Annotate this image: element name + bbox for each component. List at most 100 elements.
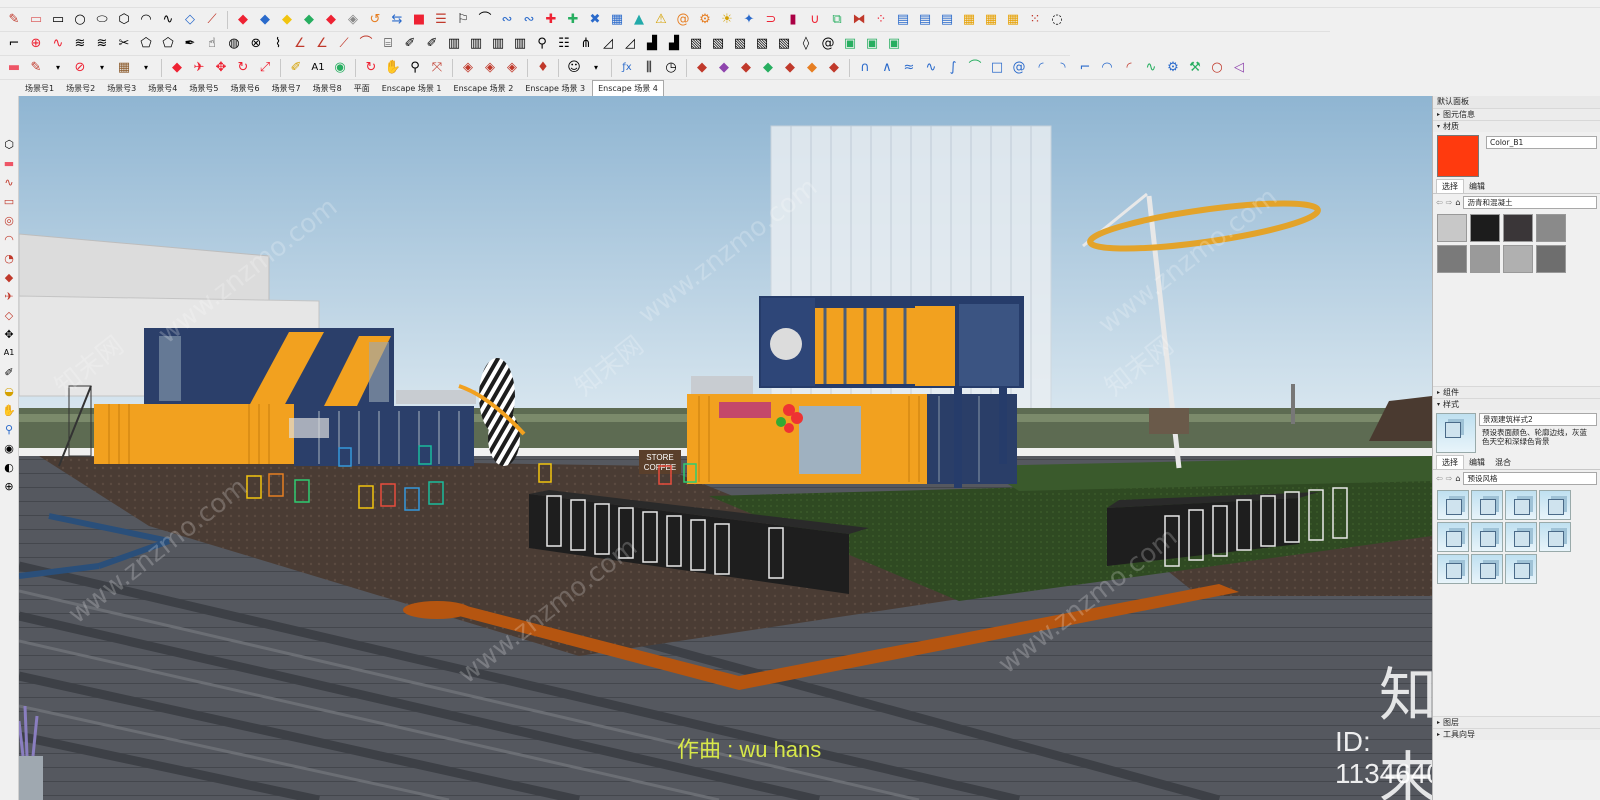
- pin-icon[interactable]: ⚲: [532, 34, 552, 54]
- eraser-icon[interactable]: ▬: [1, 155, 17, 171]
- angle-icon[interactable]: ∠: [290, 34, 310, 54]
- protractor-icon[interactable]: ◒: [1, 383, 17, 399]
- arc-blue-icon[interactable]: ◜: [1031, 58, 1051, 78]
- split-icon[interactable]: ⧓: [849, 10, 869, 30]
- back-arrow-icon[interactable]: ⇦: [1436, 198, 1443, 207]
- style-thumb[interactable]: [1505, 522, 1537, 552]
- oval-red-icon[interactable]: ○: [1207, 58, 1227, 78]
- plus-circle-icon[interactable]: ⊕: [26, 34, 46, 54]
- orbit-icon[interactable]: ↻: [361, 58, 381, 78]
- 3d-text-icon[interactable]: ◉: [330, 58, 350, 78]
- spiral-icon[interactable]: @: [673, 10, 693, 30]
- curve-blue-2-icon[interactable]: ∧: [877, 58, 897, 78]
- components-section[interactable]: ▸ 组件: [1433, 386, 1600, 398]
- home-icon[interactable]: ⌂: [1455, 198, 1460, 207]
- move-red-icon[interactable]: ✥: [211, 58, 231, 78]
- materials-section[interactable]: ▾ 材质: [1433, 120, 1600, 132]
- push-pull-icon[interactable]: ◆: [1, 269, 17, 285]
- ladder-icon[interactable]: ☷: [554, 34, 574, 54]
- rotate-red-icon[interactable]: ↻: [233, 58, 253, 78]
- forward-arrow-icon[interactable]: ⇨: [1446, 474, 1453, 483]
- style-thumb[interactable]: [1539, 522, 1571, 552]
- material-thumb[interactable]: [1503, 245, 1533, 273]
- solid-tool-2-icon[interactable]: ◆: [714, 58, 734, 78]
- material-thumb[interactable]: [1470, 245, 1500, 273]
- clock-icon[interactable]: ◷: [661, 58, 681, 78]
- panel-icon[interactable]: ▤: [893, 10, 913, 30]
- offset-icon[interactable]: ◇: [1, 307, 17, 323]
- lasso-icon[interactable]: ⊘: [70, 58, 90, 78]
- stripes-2-icon[interactable]: ▧: [708, 34, 728, 54]
- style-thumb[interactable]: [1471, 490, 1503, 520]
- solid-tool-icon[interactable]: ◆: [692, 58, 712, 78]
- arc-red-icon[interactable]: ◠: [1, 231, 17, 247]
- material-category-select[interactable]: 沥青和混凝土: [1463, 196, 1597, 209]
- text-icon[interactable]: A1: [1, 345, 17, 361]
- scene-tab[interactable]: Enscape 场景 3: [520, 81, 591, 96]
- brush-2-icon[interactable]: ✐: [422, 34, 442, 54]
- wave-green-icon[interactable]: ∿: [1141, 58, 1161, 78]
- list-icon[interactable]: ☰: [431, 10, 451, 30]
- scene-tab[interactable]: Enscape 场景 2: [448, 81, 519, 96]
- style-category-select[interactable]: 预设风格: [1463, 472, 1597, 485]
- globe-icon[interactable]: ⊗: [246, 34, 266, 54]
- fx-icon[interactable]: ƒx: [617, 58, 637, 78]
- material-name-field[interactable]: Color_B1: [1486, 136, 1597, 149]
- shape-icon[interactable]: ⬠: [136, 34, 156, 54]
- scene-tab[interactable]: 场景号4: [143, 81, 183, 96]
- dots-icon[interactable]: ⁘: [871, 10, 891, 30]
- eraser-icon[interactable]: ▭: [26, 10, 46, 30]
- circle-icon[interactable]: ○: [70, 10, 90, 30]
- zoom-extents-icon[interactable]: ⤧: [427, 58, 447, 78]
- style-thumbnail[interactable]: [1436, 413, 1476, 453]
- stripes-3-icon[interactable]: ▧: [730, 34, 750, 54]
- cup-icon[interactable]: ◍: [224, 34, 244, 54]
- cube-icon[interactable]: ⬡: [1, 136, 17, 152]
- cross-icon[interactable]: ✚: [541, 10, 561, 30]
- pan-icon[interactable]: ✋: [1, 402, 17, 418]
- dashed-circle-icon[interactable]: ◌: [1047, 10, 1067, 30]
- material-thumb[interactable]: [1536, 245, 1566, 273]
- wrench-icon[interactable]: ⚒: [1185, 58, 1205, 78]
- spiral-2-icon[interactable]: @: [818, 34, 838, 54]
- warehouse-icon[interactable]: ◈: [458, 58, 478, 78]
- solid-tool-7-icon[interactable]: ◆: [824, 58, 844, 78]
- solid-tool-3-icon[interactable]: ◆: [736, 58, 756, 78]
- bars-icon[interactable]: ⫼: [639, 58, 659, 78]
- sun-icon[interactable]: ☀: [717, 10, 737, 30]
- home-icon[interactable]: ⌂: [1455, 474, 1460, 483]
- material-thumb[interactable]: [1470, 214, 1500, 242]
- grid-yellow-icon[interactable]: ▦: [959, 10, 979, 30]
- scene-tab[interactable]: 场景号5: [184, 81, 224, 96]
- dropdown-arrow-3-icon[interactable]: ▾: [136, 58, 156, 78]
- styles-section[interactable]: ▾ 样式: [1433, 398, 1600, 410]
- curve-blue-4-icon[interactable]: ∿: [921, 58, 941, 78]
- grid-yellow-3-icon[interactable]: ▦: [1003, 10, 1023, 30]
- style-thumb[interactable]: [1505, 490, 1537, 520]
- scene-tab[interactable]: 场景号2: [61, 81, 101, 96]
- stripes-5-icon[interactable]: ▧: [774, 34, 794, 54]
- style-thumb[interactable]: [1437, 522, 1469, 552]
- arc-green-icon[interactable]: ⌒: [965, 58, 985, 78]
- scene-tab[interactable]: Enscape 场景 4: [592, 80, 664, 96]
- hatch-4-icon[interactable]: ▥: [510, 34, 530, 54]
- shape-2-icon[interactable]: ⬠: [158, 34, 178, 54]
- angle-2-icon[interactable]: ∠: [312, 34, 332, 54]
- tab-select[interactable]: 选择: [1436, 455, 1464, 469]
- stripes-icon[interactable]: ▧: [686, 34, 706, 54]
- follow-me-icon[interactable]: ⟋: [202, 10, 222, 30]
- tab-edit[interactable]: 编辑: [1464, 180, 1490, 193]
- style-thumb[interactable]: [1437, 554, 1469, 584]
- gear-blue-icon[interactable]: ⚙: [1163, 58, 1183, 78]
- box-green-2-icon[interactable]: ▣: [862, 34, 882, 54]
- look-icon[interactable]: ◐: [1, 459, 17, 475]
- diamond-icon[interactable]: ◊: [796, 34, 816, 54]
- arrows-icon[interactable]: ⇆: [387, 10, 407, 30]
- rectangle-red-icon[interactable]: ▭: [1, 193, 17, 209]
- ruby-icon[interactable]: ♦: [533, 58, 553, 78]
- hatch-3-icon[interactable]: ▥: [488, 34, 508, 54]
- square-blue-icon[interactable]: □: [987, 58, 1007, 78]
- bezier-icon[interactable]: ∾: [497, 10, 517, 30]
- section-icon[interactable]: ⊕: [1, 478, 17, 494]
- arc-red-icon[interactable]: ◜: [1119, 58, 1139, 78]
